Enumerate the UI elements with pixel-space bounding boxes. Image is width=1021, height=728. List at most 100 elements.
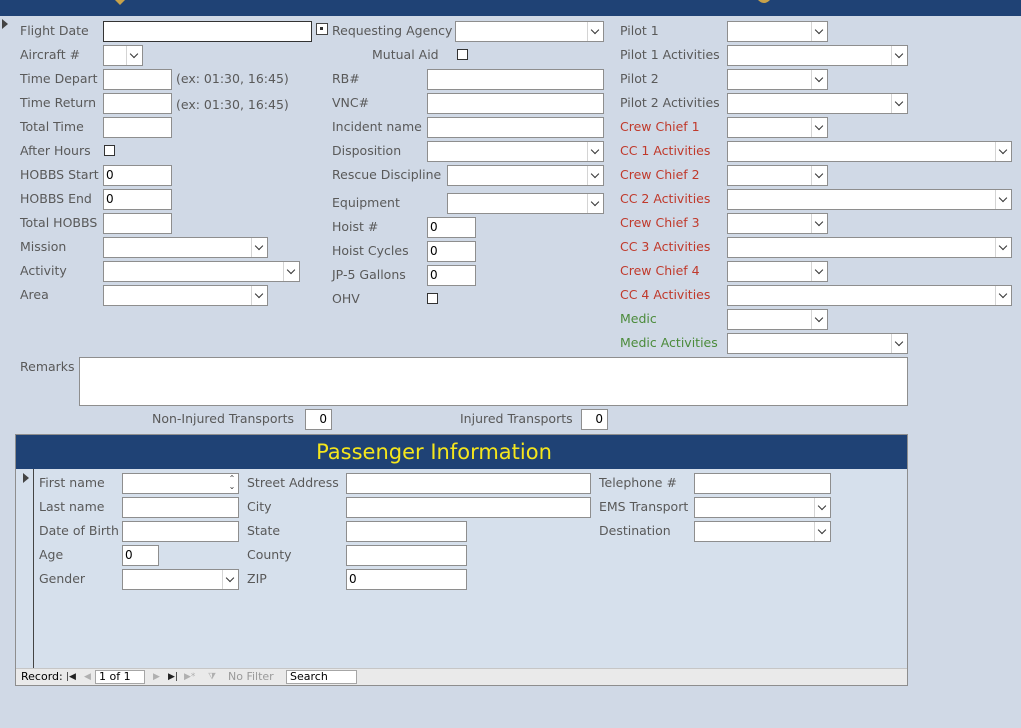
chevron-down-icon[interactable] xyxy=(891,94,907,113)
hoist-field[interactable]: 0 xyxy=(427,217,476,238)
ohv-checkbox[interactable] xyxy=(427,293,438,304)
telephone-field[interactable] xyxy=(694,473,831,494)
chevron-down-icon[interactable] xyxy=(251,238,267,257)
jp5-gallons-field[interactable]: 0 xyxy=(427,265,476,286)
first-name-field[interactable]: ⌃ ⌄ xyxy=(122,473,239,494)
previous-record-icon[interactable]: ◀ xyxy=(84,671,91,683)
new-record-icon[interactable]: ▶* xyxy=(184,671,195,683)
chevron-down-icon[interactable] xyxy=(995,142,1011,161)
county-field[interactable] xyxy=(346,545,467,566)
first-record-icon[interactable]: |◀ xyxy=(66,671,76,683)
filter-icon[interactable]: ⧩ xyxy=(208,671,216,683)
crew-chief2-select[interactable] xyxy=(727,165,828,186)
incident-name-label: Incident name xyxy=(332,119,422,134)
chevron-down-icon[interactable] xyxy=(811,310,827,329)
total-time-field[interactable] xyxy=(103,117,172,138)
activity-label: Activity xyxy=(20,263,67,278)
hobbs-start-field[interactable]: 0 xyxy=(103,165,172,186)
chevron-down-icon[interactable] xyxy=(995,286,1011,305)
non-injured-transports-field[interactable]: 0 xyxy=(305,409,332,430)
total-hobbs-field[interactable] xyxy=(103,213,172,234)
requesting-agency-select[interactable] xyxy=(455,21,604,42)
next-record-icon[interactable]: ▶ xyxy=(153,671,160,683)
aircraft-select[interactable] xyxy=(103,45,143,66)
search-input[interactable]: Search xyxy=(286,670,357,684)
street-address-field[interactable] xyxy=(346,473,591,494)
hoist-cycles-field[interactable]: 0 xyxy=(427,241,476,262)
time-return-field[interactable] xyxy=(103,93,172,114)
cc2-activities-select[interactable] xyxy=(727,189,1012,210)
cc3-activities-select[interactable] xyxy=(727,237,1012,258)
last-record-icon[interactable]: ▶| xyxy=(168,671,178,683)
chevron-down-icon[interactable] xyxy=(811,70,827,89)
mutual-aid-checkbox[interactable] xyxy=(457,49,468,60)
ems-transport-select[interactable] xyxy=(694,497,831,518)
cc4-activities-select[interactable] xyxy=(727,285,1012,306)
city-field[interactable] xyxy=(346,497,591,518)
no-filter-button[interactable]: No Filter xyxy=(228,670,274,684)
spin-updown-icon[interactable]: ⌃ ⌄ xyxy=(227,475,237,492)
medic-select[interactable] xyxy=(727,309,828,330)
chevron-down-icon[interactable] xyxy=(814,522,830,541)
chevron-down-icon[interactable] xyxy=(126,46,142,65)
rescue-discipline-label: Rescue Discipline xyxy=(332,167,442,182)
title-bar xyxy=(0,0,1021,16)
flight-date-field[interactable] xyxy=(103,21,312,42)
date-picker-icon[interactable] xyxy=(316,23,328,35)
chevron-down-icon[interactable] xyxy=(283,262,299,281)
chevron-down-icon[interactable] xyxy=(811,22,827,41)
disposition-select[interactable] xyxy=(427,141,604,162)
after-hours-checkbox[interactable] xyxy=(104,145,115,156)
chevron-down-icon[interactable] xyxy=(811,118,827,137)
last-name-field[interactable] xyxy=(122,497,239,518)
destination-select[interactable] xyxy=(694,521,831,542)
record-selector[interactable] xyxy=(0,16,11,728)
chevron-down-icon[interactable] xyxy=(811,262,827,281)
chevron-down-icon[interactable] xyxy=(811,214,827,233)
chevron-down-icon[interactable] xyxy=(995,238,1011,257)
gender-select[interactable] xyxy=(122,569,239,590)
hobbs-end-field[interactable]: 0 xyxy=(103,189,172,210)
cc1-activities-select[interactable] xyxy=(727,141,1012,162)
state-field[interactable] xyxy=(346,521,467,542)
remarks-field[interactable] xyxy=(79,357,908,406)
requesting-agency-label: Requesting Agency xyxy=(332,23,453,38)
injured-transports-field[interactable]: 0 xyxy=(581,409,608,430)
chevron-down-icon[interactable] xyxy=(891,46,907,65)
passenger-record-selector[interactable] xyxy=(16,469,34,668)
chevron-down-icon[interactable] xyxy=(251,286,267,305)
chevron-down-icon[interactable] xyxy=(222,570,238,589)
time-depart-field[interactable] xyxy=(103,69,172,90)
rescue-discipline-select[interactable] xyxy=(447,165,604,186)
chevron-down-icon[interactable] xyxy=(587,22,603,41)
crew-chief1-select[interactable] xyxy=(727,117,828,138)
chevron-down-icon[interactable] xyxy=(995,190,1011,209)
crew-chief3-select[interactable] xyxy=(727,213,828,234)
chevron-down-icon[interactable] xyxy=(891,334,907,353)
incident-name-field[interactable] xyxy=(427,117,604,138)
pilot1-select[interactable] xyxy=(727,21,828,42)
rb-field[interactable] xyxy=(427,69,604,90)
chevron-down-icon[interactable] xyxy=(811,166,827,185)
dob-field[interactable] xyxy=(122,521,239,542)
equipment-select[interactable] xyxy=(447,193,604,214)
zip-field[interactable]: 0 xyxy=(346,569,467,590)
crew-chief4-select[interactable] xyxy=(727,261,828,282)
pilot2-select[interactable] xyxy=(727,69,828,90)
current-record-arrow-icon xyxy=(2,19,8,29)
chevron-down-icon[interactable] xyxy=(587,142,603,161)
chevron-down-icon[interactable] xyxy=(587,194,603,213)
area-select[interactable] xyxy=(103,285,268,306)
activity-select[interactable] xyxy=(103,261,300,282)
total-hobbs-label: Total HOBBS xyxy=(20,215,98,230)
pilot2-activities-select[interactable] xyxy=(727,93,908,114)
chevron-down-icon[interactable] xyxy=(814,498,830,517)
vnc-field[interactable] xyxy=(427,93,604,114)
age-field[interactable]: 0 xyxy=(122,545,159,566)
chevron-down-icon[interactable] xyxy=(587,166,603,185)
current-record-arrow-icon xyxy=(23,473,29,483)
medic-activities-select[interactable] xyxy=(727,333,908,354)
mission-select[interactable] xyxy=(103,237,268,258)
current-record-field[interactable]: 1 of 1 xyxy=(95,670,145,684)
pilot1-activities-select[interactable] xyxy=(727,45,908,66)
